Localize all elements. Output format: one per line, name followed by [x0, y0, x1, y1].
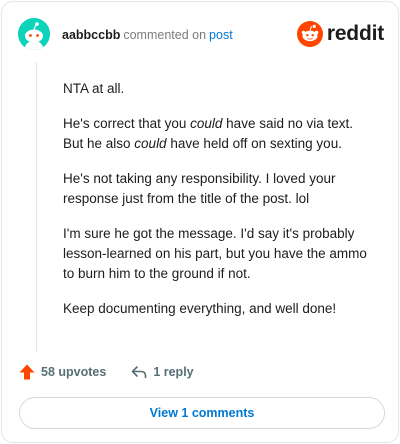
action-text: commented on	[123, 28, 207, 42]
upvote-button[interactable]: 58 upvotes	[18, 363, 106, 381]
reddit-wordmark: reddit	[326, 22, 384, 45]
author-username[interactable]: aabbccbb	[62, 28, 120, 42]
comment-card: aabbccbb commented on post reddit NTA at…	[1, 1, 399, 443]
comment-paragraph: I'm sure he got the message. I'd say it'…	[63, 226, 367, 281]
comment-paragraph: Keep documenting everything, and well do…	[63, 301, 337, 316]
reply-button[interactable]: 1 reply	[130, 363, 194, 381]
thread-line[interactable]	[36, 62, 37, 352]
post-link[interactable]: post	[209, 28, 233, 42]
comment-header: aabbccbb commented on post reddit	[18, 18, 384, 52]
reply-arrow-icon	[132, 366, 147, 379]
reddit-brand[interactable]: reddit	[296, 20, 384, 48]
emphasis: could	[190, 116, 223, 131]
view-comments-button[interactable]: View 1 comments	[19, 397, 385, 429]
comment-paragraph: NTA at all.	[63, 81, 125, 96]
emphasis: could	[134, 136, 167, 151]
reddit-snoo-icon	[296, 21, 323, 47]
comment-byline: aabbccbb commented on post	[62, 27, 233, 43]
comment-paragraph: He's not taking any responsibility. I lo…	[63, 171, 336, 206]
comment-body: NTA at all. He's correct that you could …	[63, 79, 375, 334]
upvote-count: 58 upvotes	[41, 365, 107, 379]
comment-actions: 58 upvotes 1 reply	[18, 362, 194, 382]
upvote-arrow-icon	[19, 364, 35, 380]
reply-count: 1 reply	[153, 365, 194, 379]
comment-paragraph: He's correct that you could have said no…	[63, 116, 353, 151]
snoo-avatar-icon[interactable]	[18, 18, 50, 50]
